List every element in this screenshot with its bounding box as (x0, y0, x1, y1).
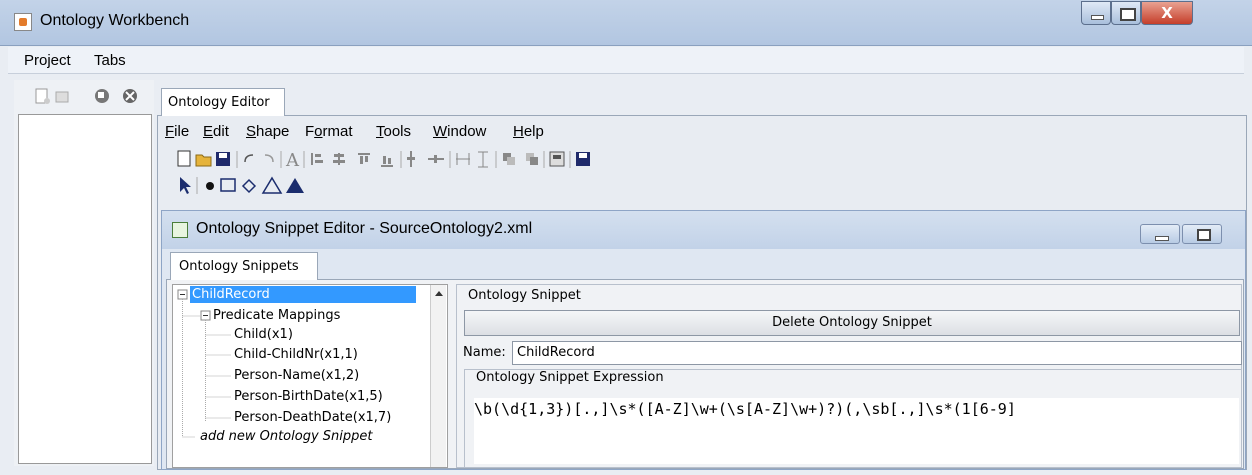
tab-ontology-snippets[interactable]: Ontology Snippets (170, 252, 318, 280)
editor-toolbar: A (177, 150, 590, 171)
tree-node-person-deathdate[interactable]: Person-DeathDate(x1,7) (234, 410, 391, 425)
expression-textarea[interactable]: \b(\d{1,3})[.,]\s*([A-Z]\w+(\s[A-Z]\w+)?… (474, 398, 1239, 464)
snippet-name-input[interactable]: ChildRecord (512, 341, 1242, 365)
project-toolbar (35, 88, 137, 104)
menu-tools[interactable]: Tools (376, 123, 411, 140)
snippet-section-label: Ontology Snippet (468, 288, 581, 303)
menu-bar: Project Tabs (8, 47, 1244, 74)
tree-node-predicate-mappings[interactable]: Predicate Mappings (213, 308, 340, 323)
vertical-spacing-icon (407, 151, 415, 167)
document-icon (172, 222, 188, 238)
snippet-editor-title: Ontology Snippet Editor - SourceOntology… (196, 220, 533, 237)
maximize-button[interactable] (1111, 1, 1141, 25)
svg-text:A: A (285, 150, 300, 171)
menu-window[interactable]: Window (433, 123, 486, 140)
open-folder-icon (195, 154, 212, 167)
rectangle-shape-icon (220, 178, 236, 192)
align-left-icon (311, 153, 323, 165)
align-bottom-icon (381, 156, 393, 167)
inner-minimize-button[interactable] (1140, 224, 1180, 244)
java-app-icon (14, 13, 32, 31)
tree-node-child-childnr[interactable]: Child-ChildNr(x1,1) (234, 347, 358, 362)
snippet-tree[interactable]: ChildRecord Predicate Mappings Child(x1)… (172, 284, 448, 468)
circle-shape-icon (206, 182, 214, 190)
triangle-filled-icon (286, 178, 304, 193)
print-icon (549, 151, 565, 167)
menu-file[interactable]: File (165, 123, 189, 140)
project-list[interactable] (18, 114, 152, 464)
tree-node-root[interactable]: ChildRecord (190, 286, 416, 303)
menu-tabs[interactable]: Tabs (94, 52, 126, 69)
new-file-icon (35, 88, 50, 104)
same-width-icon (456, 153, 470, 165)
expression-label: Ontology Snippet Expression (476, 370, 664, 385)
tree-node-add-new[interactable]: add new Ontology Snippet (200, 429, 372, 444)
inner-maximize-button[interactable] (1182, 224, 1222, 244)
close-button[interactable]: X (1141, 1, 1193, 25)
align-center-icon (333, 153, 345, 165)
send-back-icon (526, 153, 538, 165)
minimize-button[interactable] (1081, 1, 1111, 25)
menu-help[interactable]: Help (513, 123, 544, 140)
save-as-icon (576, 152, 590, 166)
project-panel (14, 80, 154, 466)
save-icon (216, 152, 230, 166)
tree-node-person-birthdate[interactable]: Person-BirthDate(x1,5) (234, 389, 383, 404)
bring-front-icon (503, 153, 515, 165)
undo-icon (244, 154, 254, 163)
name-label: Name: (463, 345, 506, 360)
tree-scrollbar[interactable] (430, 285, 446, 467)
menu-project[interactable]: Project (24, 52, 71, 69)
scroll-up-arrow-icon[interactable] (435, 291, 443, 296)
menu-shape[interactable]: Shape (246, 123, 289, 140)
save-icon (95, 89, 109, 103)
font-icon: A (285, 150, 300, 171)
close-icon: X (1161, 4, 1173, 22)
tree-node-person-name[interactable]: Person-Name(x1,2) (234, 368, 359, 383)
close-circle-icon (123, 89, 137, 103)
editor-menu-bar: File Edit Shape Format Tools Window Help (162, 118, 1242, 146)
pointer-icon (180, 177, 191, 194)
new-icon (177, 150, 191, 167)
align-top-icon (358, 153, 370, 164)
window-title: Ontology Workbench (40, 12, 190, 29)
redo-icon (264, 154, 274, 163)
diamond-shape-icon (241, 178, 257, 194)
tree-node-child[interactable]: Child(x1) (234, 327, 293, 342)
delete-snippet-button[interactable]: Delete Ontology Snippet (464, 310, 1240, 336)
tab-ontology-editor[interactable]: Ontology Editor (161, 88, 285, 116)
triangle-outline-icon (261, 176, 283, 194)
shape-toolbar (180, 176, 304, 194)
same-height-icon (478, 151, 488, 168)
menu-edit[interactable]: Edit (203, 123, 229, 140)
horizontal-spacing-icon (428, 155, 444, 163)
open-icon (55, 91, 69, 103)
menu-format[interactable]: Format (305, 123, 353, 140)
